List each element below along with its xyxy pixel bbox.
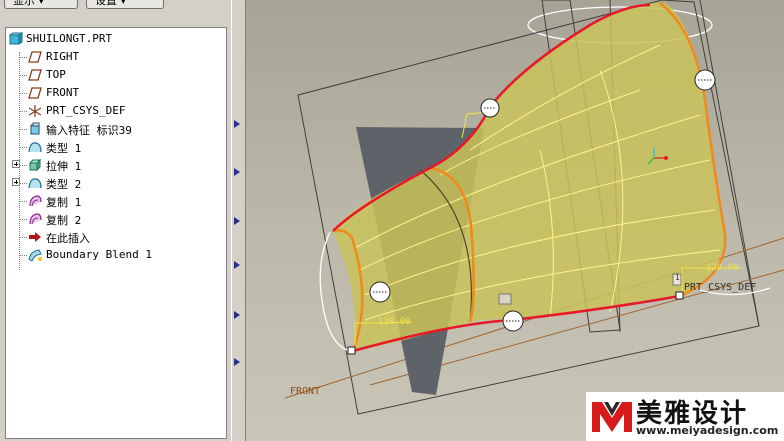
expand-toggle[interactable] xyxy=(12,160,20,168)
tree-connector xyxy=(19,255,27,256)
tree-item-csys[interactable]: PRT_CSYS_DEF xyxy=(6,102,226,120)
tree-item-right[interactable]: RIGHT xyxy=(6,48,226,66)
tree-item-top[interactable]: TOP xyxy=(6,66,226,84)
tree-item-label: Boundary Blend 1 xyxy=(46,248,152,261)
insert-here-arrow-icon xyxy=(29,232,41,242)
tree-connector xyxy=(19,237,27,238)
tree-item-label: FRONT xyxy=(46,86,80,99)
tree-item-label: 输入特征 标识39 xyxy=(46,124,132,137)
datum-front-label: FRONT xyxy=(290,386,321,397)
tree-item-boundary-blend-1[interactable]: Boundary Blend 1 xyxy=(6,246,226,264)
tree-item-insert-here[interactable]: 在此插入 xyxy=(6,228,226,246)
sash-arrow-icon[interactable] xyxy=(234,311,240,319)
sash-arrow-icon[interactable] xyxy=(234,120,240,128)
model-canvas[interactable] xyxy=(246,0,784,441)
model-tree-panel: 显示 ▾ 设置 ▾ SHUILONGT.PRT RIGHT TOP FRONT … xyxy=(0,0,231,441)
vertex-marker[interactable] xyxy=(347,346,356,355)
tree-item-label: 类型 1 xyxy=(46,142,82,155)
tree-item-import-feature[interactable]: 输入特征 标识39 xyxy=(6,120,226,138)
datum-plane-icon xyxy=(28,87,42,99)
datum-plane-icon xyxy=(28,69,42,81)
tree-item-label: 类型 2 xyxy=(46,178,82,191)
watermark-logo: 美雅设计 www.meiyadesign.com xyxy=(586,392,784,441)
tree-item-root[interactable]: SHUILONGT.PRT xyxy=(6,30,226,48)
tree-item-extrude-1[interactable]: 拉伸 1 xyxy=(6,156,226,174)
show-dropdown-button[interactable]: 显示 ▾ xyxy=(4,0,78,9)
settings-dropdown-button[interactable]: 设置 ▾ xyxy=(86,0,164,9)
tree-connector xyxy=(20,165,27,166)
brand-logo-icon xyxy=(592,402,632,432)
dimension-right[interactable]: 120.00 xyxy=(706,263,739,273)
tree-connector xyxy=(19,201,27,202)
vertex-marker[interactable] xyxy=(675,291,684,300)
tree-connector xyxy=(19,111,27,112)
sash-arrow-icon[interactable] xyxy=(234,168,240,176)
sash-arrow-icon[interactable] xyxy=(234,261,240,269)
tree-item-style-2[interactable]: 类型 2 xyxy=(6,174,226,192)
tree-item-style-1[interactable]: 类型 1 xyxy=(6,138,226,156)
boundary-blend-icon xyxy=(28,249,42,262)
tree-root-label: SHUILONGT.PRT xyxy=(26,32,113,45)
tree-connector xyxy=(19,147,27,148)
expand-toggle[interactable] xyxy=(12,178,20,186)
tree-item-label: 复制 1 xyxy=(46,196,82,209)
model-tree: SHUILONGT.PRT RIGHT TOP FRONT PRT_CSYS_D… xyxy=(5,27,227,439)
style-feature-icon xyxy=(28,142,42,153)
tree-item-copy-2[interactable]: 复制 2 xyxy=(6,210,226,228)
graphics-viewport[interactable]: FRONT PRT_CSYS_DEF 120.00 120.00 1 xyxy=(246,0,784,441)
tag-number: 1 xyxy=(675,273,680,282)
sash-arrow-icon[interactable] xyxy=(234,217,240,225)
tree-item-label: 拉伸 1 xyxy=(46,160,82,173)
sash-arrow-icon[interactable] xyxy=(234,358,240,366)
tree-toolbar: 显示 ▾ 设置 ▾ xyxy=(0,0,231,12)
tree-item-label: PRT_CSYS_DEF xyxy=(46,104,126,117)
extrude-icon xyxy=(28,158,42,172)
tree-item-front[interactable]: FRONT xyxy=(6,84,226,102)
tree-connector xyxy=(19,75,27,76)
datum-plane-icon xyxy=(28,51,42,63)
panel-splitter[interactable] xyxy=(231,0,246,441)
tree-connector xyxy=(20,183,27,184)
tree-item-label: TOP xyxy=(46,68,66,81)
coordinate-system-icon xyxy=(28,105,42,117)
tree-item-label: RIGHT xyxy=(46,50,80,63)
tree-item-label: 复制 2 xyxy=(46,214,82,227)
csys-label: PRT_CSYS_DEF xyxy=(684,282,757,293)
tree-connector xyxy=(19,129,27,130)
tree-connector xyxy=(19,219,27,220)
import-feature-icon xyxy=(30,122,40,135)
style-feature-icon xyxy=(28,178,42,189)
dimension-left[interactable]: 120.00 xyxy=(378,317,411,327)
tree-item-label: 在此插入 xyxy=(46,232,90,245)
part-icon xyxy=(9,32,23,45)
copy-surface-icon xyxy=(29,195,42,207)
tree-connector xyxy=(19,57,27,58)
copy-surface-icon xyxy=(29,213,42,225)
tree-item-copy-1[interactable]: 复制 1 xyxy=(6,192,226,210)
tag-marker xyxy=(498,293,512,305)
csys-origin xyxy=(664,156,668,160)
watermark-url: www.meiyadesign.com xyxy=(636,424,779,437)
tree-connector xyxy=(19,93,27,94)
